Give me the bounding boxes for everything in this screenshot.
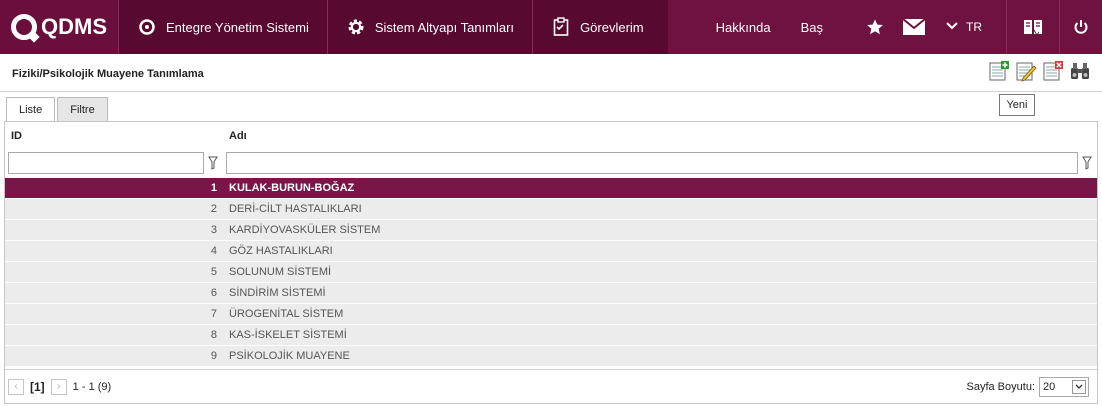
- new-record-icon[interactable]: [987, 59, 1011, 83]
- power-icon[interactable]: [1060, 0, 1102, 54]
- data-grid: ID Adı 1 KULAK-BURUN-BOĞAZ 2 DERİ-CİLT HAS…: [4, 121, 1098, 404]
- logo-text: QDMS: [41, 14, 107, 39]
- cell-name: SOLUNUM SİSTEMİ: [229, 266, 332, 278]
- cell-id: 2: [210, 203, 217, 215]
- table-row[interactable]: 4 GÖZ HASTALIKLARI: [5, 241, 1097, 262]
- column-header-name[interactable]: Adı: [229, 122, 247, 150]
- star-icon[interactable]: [858, 0, 892, 54]
- delete-record-icon[interactable]: [1041, 59, 1065, 83]
- page-header: Fiziki/Psikolojik Muayene Tanımlama: [0, 54, 1102, 92]
- tab-strip: Liste Filtre: [6, 97, 108, 122]
- nav-item-label: Entegre Yönetim Sistemi: [166, 19, 309, 35]
- cell-id: 6: [210, 287, 217, 299]
- language-label: TR: [966, 20, 982, 34]
- nav-item-label: Görevlerim: [580, 19, 644, 35]
- id-filter-input[interactable]: [8, 152, 204, 174]
- cell-id: 9: [210, 350, 217, 362]
- nav-item-entegre[interactable]: Entegre Yönetim Sistemi: [118, 0, 327, 54]
- chevron-right-icon: ›: [57, 381, 61, 392]
- cell-name: KARDİYOVASKÜLER SİSTEM: [229, 224, 381, 236]
- language-selector[interactable]: TR: [936, 0, 992, 54]
- pager: ‹ [1] › 1 - 1 (9) Sayfa Boyutu: 20: [5, 369, 1097, 403]
- cell-name: KAS-İSKELET SİSTEMİ: [229, 329, 347, 341]
- nav-item-gorevlerim[interactable]: Görevlerim: [532, 0, 668, 54]
- table-row[interactable]: 6 SİNDİRİM SİSTEMİ: [5, 283, 1097, 304]
- table-row[interactable]: 9 PSİKOLOJİK MUAYENE: [5, 346, 1097, 367]
- tooltip-new: Yeni: [999, 94, 1035, 116]
- table-row[interactable]: 3 KARDİYOVASKÜLER SİSTEM: [5, 220, 1097, 241]
- cell-id: 1: [210, 182, 217, 194]
- page-title: Fiziki/Psikolojik Muayene Tanımlama: [12, 68, 204, 80]
- nav-item-label: Sistem Altyapı Tanımları: [374, 19, 515, 35]
- edit-record-icon[interactable]: [1014, 59, 1038, 83]
- cell-name: ÜROGENİTAL SİSTEM: [229, 308, 344, 320]
- tab-liste[interactable]: Liste: [6, 97, 56, 122]
- filter-icon[interactable]: [1081, 154, 1093, 172]
- chevron-down-icon: [946, 21, 958, 33]
- column-header-id[interactable]: ID: [11, 122, 22, 150]
- logo-mark-icon: [11, 14, 37, 40]
- cell-id: 7: [210, 308, 217, 320]
- cell-name: DERİ-CİLT HASTALIKLARI: [229, 203, 362, 215]
- cell-name: SİNDİRİM SİSTEMİ: [229, 287, 326, 299]
- filter-icon[interactable]: [207, 154, 219, 172]
- name-filter-input[interactable]: [226, 152, 1078, 174]
- table-row[interactable]: 5 SOLUNUM SİSTEMİ: [5, 262, 1097, 283]
- filter-row: [5, 152, 1097, 176]
- nav-item-sistem[interactable]: Sistem Altyapı Tanımları: [326, 0, 533, 54]
- cell-id: 4: [210, 245, 217, 257]
- next-page-button[interactable]: ›: [50, 378, 67, 395]
- logo[interactable]: QDMS: [0, 0, 118, 54]
- grid-rows: 1 KULAK-BURUN-BOĞAZ 2 DERİ-CİLT HASTALIKLA…: [5, 178, 1097, 367]
- table-row[interactable]: 8 KAS-İSKELET SİSTEMİ: [5, 325, 1097, 346]
- table-row[interactable]: 2 DERİ-CİLT HASTALIKLARI: [5, 199, 1097, 220]
- cell-id: 8: [210, 329, 217, 341]
- top-navigation-bar: QDMS Entegre Yönetim Sistemi Sistem Alty…: [0, 0, 1102, 54]
- cell-id: 5: [210, 266, 217, 278]
- tasks-icon: [551, 17, 571, 37]
- chevron-down-icon: [1072, 379, 1086, 394]
- page-size-label: Sayfa Boyutu:: [966, 380, 1036, 393]
- cell-name: GÖZ HASTALIKLARI: [229, 245, 333, 257]
- tab-filtre[interactable]: Filtre: [57, 97, 108, 121]
- cell-id: 3: [210, 224, 217, 236]
- binoculars-icon[interactable]: [1068, 59, 1092, 83]
- gear-icon: [346, 17, 366, 37]
- table-row[interactable]: 1 KULAK-BURUN-BOĞAZ: [5, 178, 1097, 199]
- cell-name: PSİKOLOJİK MUAYENE: [229, 350, 350, 362]
- q-circle-icon: [137, 17, 157, 37]
- nav-about[interactable]: Hakkında: [668, 0, 785, 54]
- mail-icon[interactable]: [892, 0, 936, 54]
- table-row[interactable]: 7 ÜROGENİTAL SİSTEM: [5, 304, 1097, 325]
- toolbar: [987, 59, 1092, 83]
- cell-name: KULAK-BURUN-BOĞAZ: [229, 182, 355, 194]
- page-info: 1 - 1 (9): [72, 380, 112, 393]
- chevron-left-icon: ‹: [14, 381, 18, 392]
- current-page[interactable]: [1]: [30, 380, 45, 394]
- nav-start[interactable]: Baş: [785, 0, 837, 54]
- book-icon[interactable]: [1007, 0, 1059, 54]
- page-size-value: 20: [1043, 380, 1056, 393]
- page-size-select[interactable]: 20: [1039, 376, 1089, 397]
- prev-page-button[interactable]: ‹: [8, 378, 24, 395]
